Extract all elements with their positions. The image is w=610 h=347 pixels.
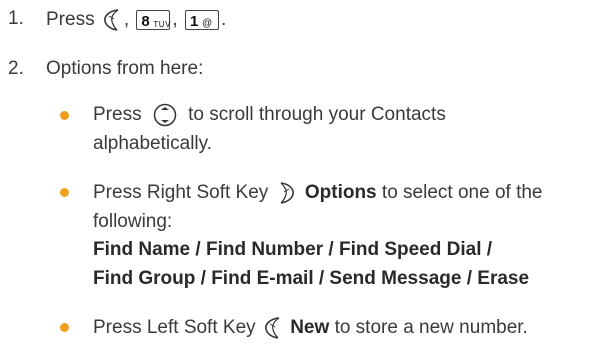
navigation-key-icon <box>153 103 177 127</box>
left-soft-key-icon <box>103 9 119 31</box>
options-label: Options <box>304 182 377 204</box>
separator: , <box>123 9 130 31</box>
bullet-text-cont: to scroll through your Contacts <box>188 104 446 126</box>
step-number: 2. <box>8 58 24 79</box>
bullet-text-cont: to store a new number. <box>334 317 528 339</box>
step-end: . <box>220 9 227 31</box>
bullet-dot <box>60 323 69 332</box>
step-number: 1. <box>8 8 24 29</box>
bullet-text: Press Left Soft Key <box>93 317 256 339</box>
separator: , <box>172 9 178 31</box>
bullet-text-line2: alphabetically. <box>93 133 213 154</box>
options-menu-line-2: Find Group / Find E-mail / Send Message … <box>93 268 530 289</box>
key-1: 1 @ <box>184 10 219 30</box>
new-label: New <box>290 317 330 339</box>
step-text: Press <box>46 9 95 31</box>
bullet-text: Press <box>93 104 142 126</box>
step-text: Options from here: <box>46 58 204 79</box>
bullet-dot <box>60 188 69 197</box>
bullet-dot <box>60 111 69 120</box>
bullet-text-cont: to select one of the <box>381 182 543 204</box>
bullet-text: Press Right Soft Key <box>93 182 269 204</box>
options-menu-line-1: Find Name / Find Number / Find Speed Dia… <box>93 239 493 260</box>
left-soft-key-icon <box>264 317 280 339</box>
right-soft-key-icon <box>280 182 294 204</box>
key-8: 8 TUV <box>136 10 170 30</box>
bullet-text-line2: following: <box>93 211 173 232</box>
